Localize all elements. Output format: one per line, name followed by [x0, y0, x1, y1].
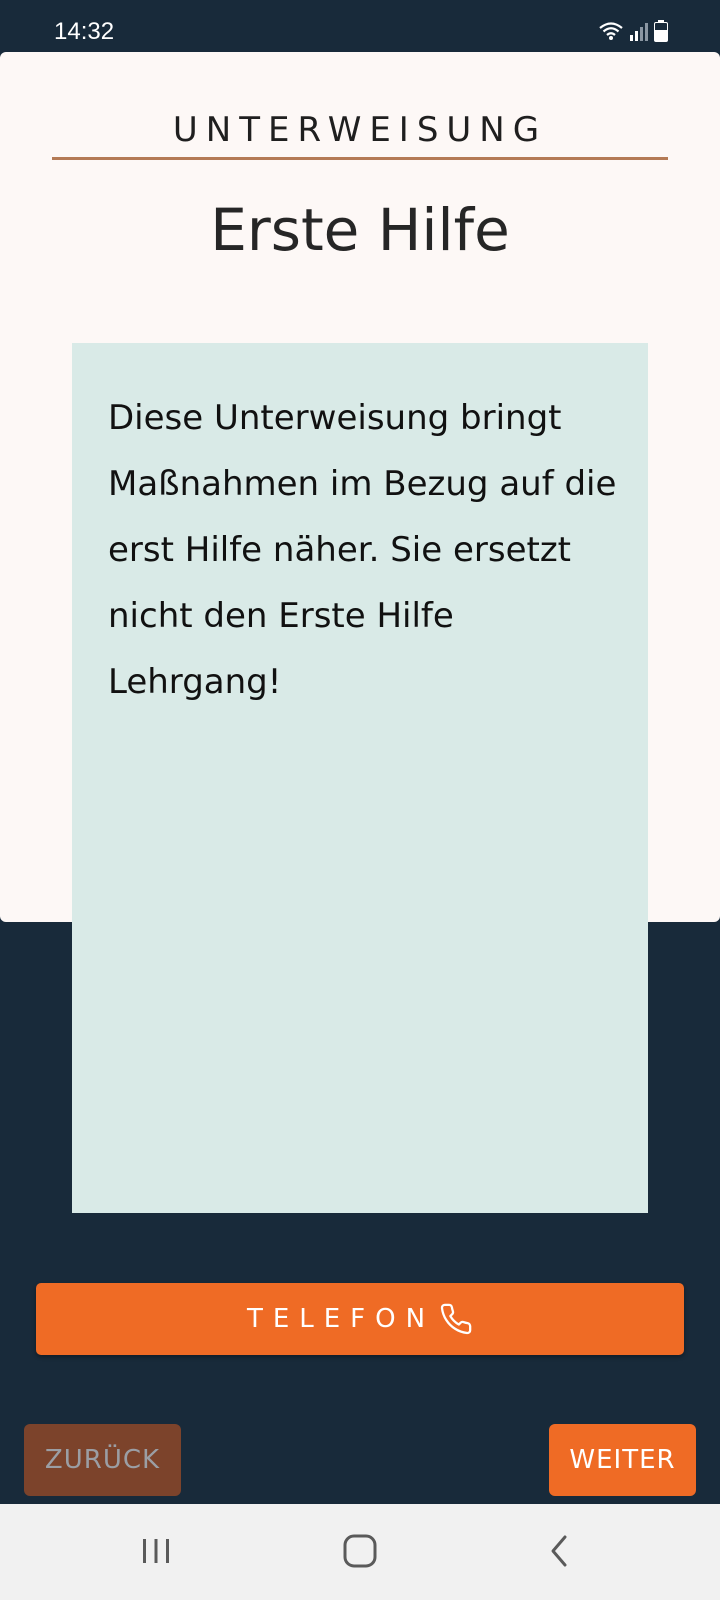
next-button[interactable]: WEITER	[549, 1424, 696, 1496]
back-button[interactable]: ZURÜCK	[24, 1424, 181, 1496]
battery-icon	[654, 20, 668, 42]
telefon-label: TELEFON	[246, 1304, 436, 1334]
system-back-button[interactable]	[530, 1530, 590, 1576]
section-eyebrow: UNTERWEISUNG	[172, 110, 548, 150]
phone-icon	[439, 1302, 473, 1336]
status-time: 14:32	[54, 18, 115, 45]
wifi-icon	[598, 21, 624, 41]
home-button[interactable]	[330, 1530, 390, 1576]
status-bar: 14:32	[0, 0, 720, 60]
recents-button[interactable]	[126, 1530, 186, 1576]
system-nav-bar	[0, 1504, 720, 1600]
telefon-button[interactable]: TELEFON	[36, 1283, 684, 1355]
back-icon	[546, 1534, 574, 1573]
status-icons	[598, 18, 668, 44]
home-icon	[342, 1533, 378, 1574]
eyebrow-divider	[52, 157, 668, 160]
content-text: Diese Unterweisung bringt Maßnahmen im B…	[108, 398, 617, 702]
content-panel: Diese Unterweisung bringt Maßnahmen im B…	[72, 343, 648, 1213]
signal-icon	[630, 21, 648, 41]
recents-icon	[139, 1536, 173, 1571]
page-title: Erste Hilfe	[210, 196, 510, 264]
